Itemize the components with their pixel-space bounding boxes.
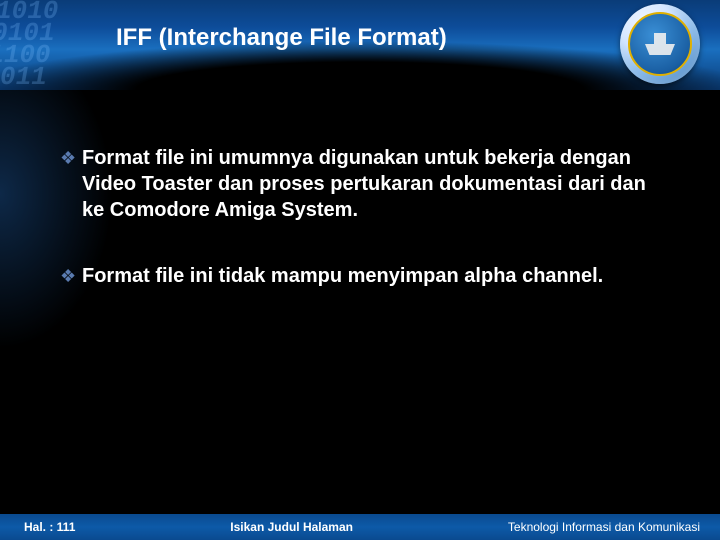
bullet-item: ❖ Format file ini tidak mampu menyimpan … bbox=[60, 263, 670, 289]
diamond-bullet-icon: ❖ bbox=[60, 263, 82, 289]
page-number: Hal. : 111 bbox=[0, 520, 75, 534]
bullet-text: Format file ini umumnya digunakan untuk … bbox=[82, 145, 670, 223]
footer-title-placeholder: Isikan Judul Halaman bbox=[75, 520, 508, 534]
diamond-bullet-icon: ❖ bbox=[60, 145, 82, 223]
content-area: ❖ Format file ini umumnya digunakan untu… bbox=[60, 145, 670, 329]
crest-logo bbox=[620, 4, 700, 84]
slide: 1010 0101 1100 0011 IFF (Interchange Fil… bbox=[0, 0, 720, 540]
binary-decoration: 1010 0101 1100 0011 bbox=[0, 0, 128, 90]
crest-logo-inner bbox=[628, 12, 692, 76]
bullet-text: Format file ini tidak mampu menyimpan al… bbox=[82, 263, 603, 289]
footer-bar: Hal. : 111 Isikan Judul Halaman Teknolog… bbox=[0, 514, 720, 540]
footer-subject: Teknologi Informasi dan Komunikasi bbox=[508, 520, 720, 534]
bullet-item: ❖ Format file ini umumnya digunakan untu… bbox=[60, 145, 670, 223]
page-title: IFF (Interchange File Format) bbox=[116, 24, 447, 52]
